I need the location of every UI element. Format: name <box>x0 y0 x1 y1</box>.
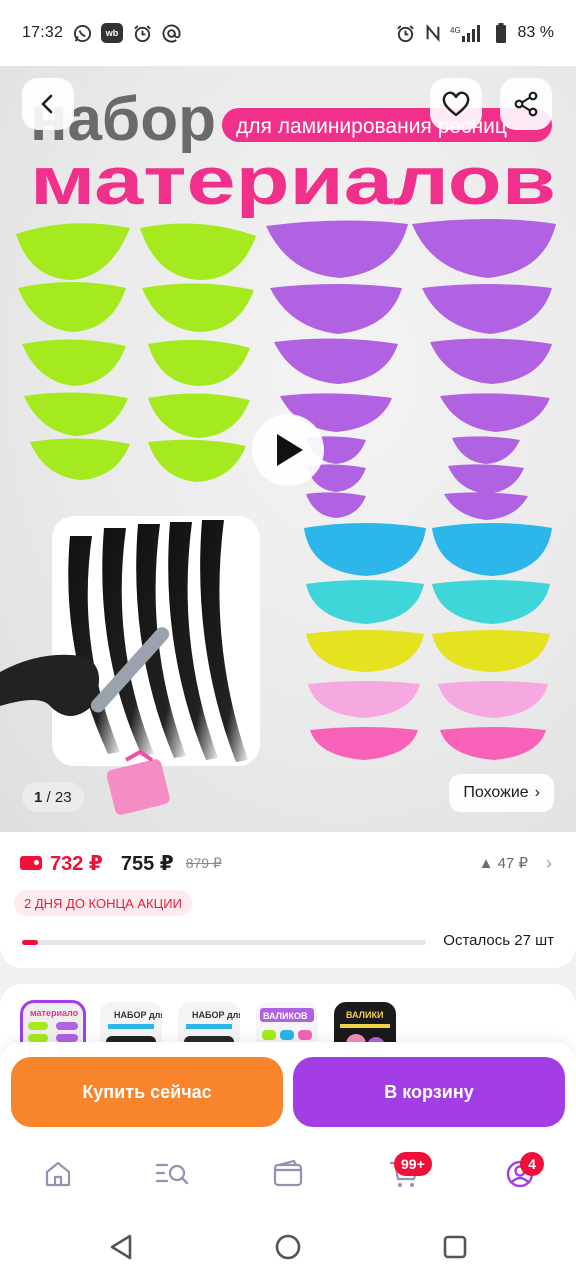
favorite-button[interactable] <box>430 78 482 130</box>
status-bar: 17:32 wb 4G 83 % <box>0 0 576 66</box>
circle-home-icon <box>275 1234 301 1260</box>
tab-wallet[interactable] <box>270 1156 306 1192</box>
whatsapp-icon <box>72 23 92 43</box>
image-counter: 1 / 23 <box>22 782 84 812</box>
image-counter-total: / 23 <box>46 788 72 806</box>
action-bar: Купить сейчас В корзину <box>0 1042 576 1142</box>
system-back-button[interactable] <box>106 1232 136 1262</box>
wb-icon: wb <box>101 23 124 43</box>
play-icon <box>277 434 303 466</box>
alarm-icon <box>396 23 416 43</box>
stock-progress-fill <box>22 940 39 945</box>
product-screen: 17:32 wb 4G 83 % набор для ламинирования… <box>0 0 576 1280</box>
play-video-button[interactable] <box>252 414 324 486</box>
profile-badge: 4 <box>520 1152 544 1176</box>
system-navigation-bar <box>0 1212 576 1280</box>
color-pads <box>304 523 552 760</box>
thumbnail-label: НАБОР для <box>192 1010 240 1020</box>
chevron-right-icon: › <box>534 784 540 801</box>
tab-home[interactable] <box>40 1156 76 1192</box>
share-icon <box>514 91 538 117</box>
green-pads <box>16 223 256 482</box>
current-price: 755 ₽ <box>120 852 174 875</box>
system-recents-button[interactable] <box>440 1232 470 1262</box>
price-card: 732 ₽ 755 ₽ 879 ₽ ▲ 47 ₽ › 2 ДНЯ ДО КОНЦ… <box>0 832 576 968</box>
chevron-right-icon: › <box>546 852 552 873</box>
buy-now-button[interactable]: Купить сейчас <box>11 1057 283 1127</box>
battery-icon <box>491 23 511 43</box>
alarm-icon <box>132 23 152 43</box>
thumbnail-label: материало <box>30 1008 79 1018</box>
wallet-icon <box>20 856 42 870</box>
status-time: 17:32 <box>22 24 64 41</box>
thumbnail-label: ВАЛИКОВ <box>263 1011 308 1021</box>
share-button[interactable] <box>500 78 552 130</box>
hero-title-line2: материалов <box>30 143 556 219</box>
image-counter-current: 1 <box>34 788 43 806</box>
price-history-link[interactable]: ▲ 47 ₽ › <box>479 853 552 874</box>
similar-label: Похожие <box>463 784 529 801</box>
triangle-back-icon <box>110 1234 132 1260</box>
promo-badge: 2 ДНЯ ДО КОНЦА АКЦИИ <box>14 890 192 916</box>
stock-progress-bar <box>22 940 426 945</box>
similar-button[interactable]: Похожие › <box>449 774 554 812</box>
old-price: 879 ₽ <box>185 854 222 871</box>
back-button[interactable] <box>22 78 74 130</box>
tab-catalog[interactable] <box>154 1156 190 1192</box>
add-to-cart-button[interactable]: В корзину <box>293 1057 565 1127</box>
thumbnail-label: НАБОР для <box>114 1010 162 1020</box>
wallet-price: 732 ₽ <box>50 852 103 875</box>
thumbnail-label: ВАЛИКИ <box>346 1010 383 1020</box>
square-recents-icon <box>443 1235 467 1259</box>
catalog-search-icon <box>155 1163 189 1185</box>
nfc-icon <box>423 23 443 43</box>
lash-brush <box>0 654 100 716</box>
product-image-gallery[interactable]: набор для ламинирования ресниц материало… <box>0 66 576 832</box>
heart-icon <box>442 91 470 117</box>
gift-box <box>106 759 170 815</box>
at-icon <box>161 23 181 43</box>
bottom-tab-bar: 99+ 4 <box>0 1142 576 1212</box>
wallet-icon <box>273 1159 303 1187</box>
system-home-button[interactable] <box>273 1232 303 1262</box>
signal-icon: 4G <box>450 23 484 43</box>
home-icon <box>45 1161 71 1187</box>
stock-remaining: Осталось 27 шт <box>443 932 554 949</box>
cart-count-badge: 99+ <box>394 1152 432 1176</box>
signal-label: 4G <box>450 26 461 35</box>
chevron-left-icon <box>41 94 53 114</box>
price-delta: ▲ 47 ₽ <box>478 855 528 872</box>
battery-percent: 83 % <box>517 24 554 41</box>
